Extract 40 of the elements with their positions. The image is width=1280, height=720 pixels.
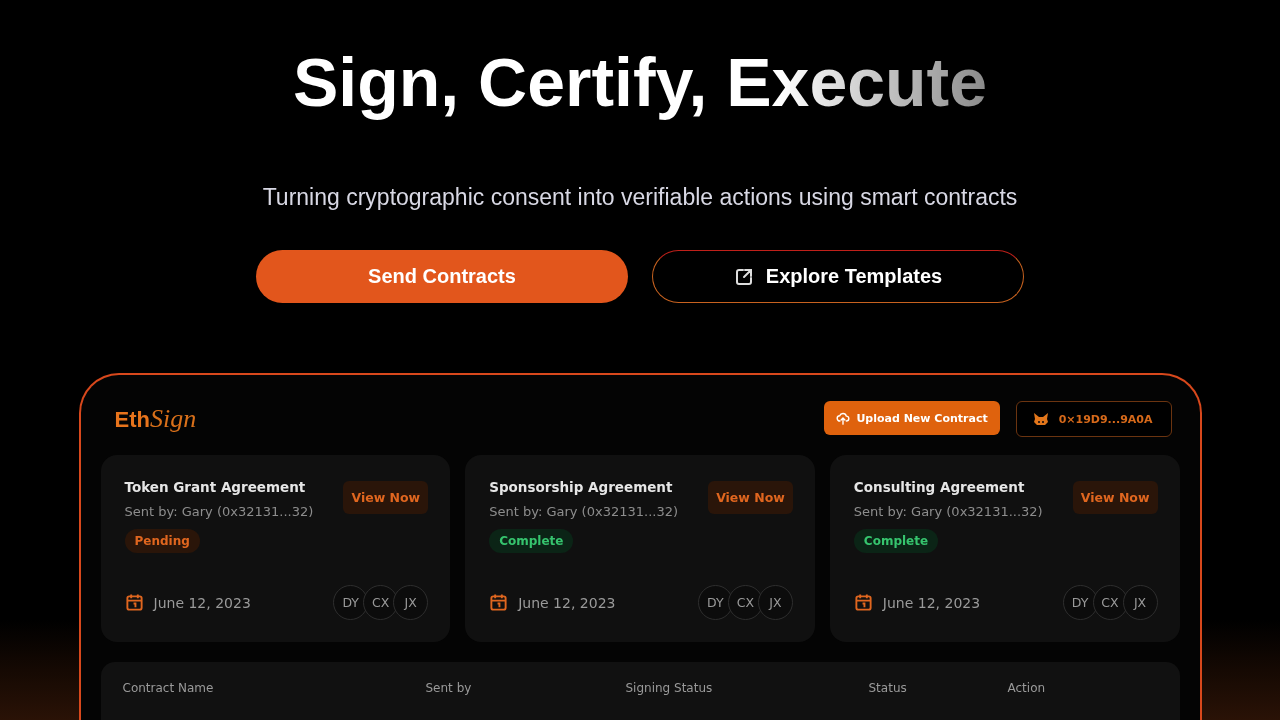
sender-text: Sent by: Gary (0x32131...32)	[489, 504, 678, 519]
status-badge: Pending	[124, 529, 200, 553]
wallet-button[interactable]: 0×19D9...9A0A	[1015, 401, 1172, 437]
date-text: June 12, 2023	[882, 594, 981, 611]
logo-script-text: Sign	[149, 404, 197, 434]
cloud-upload-icon	[836, 411, 851, 425]
column-header: Action	[1007, 681, 1046, 695]
status-badge: Complete	[853, 529, 939, 553]
signer-avatar: CX	[727, 585, 763, 620]
column-header: Signing Status	[625, 681, 714, 695]
external-link-icon	[733, 266, 754, 287]
signer-avatar: DY	[1062, 585, 1098, 620]
column-header: Sent by	[425, 681, 473, 695]
calendar-icon	[489, 593, 509, 612]
signer-avatar: JX	[393, 585, 429, 620]
sender-text: Sent by: Gary (0x32131...32)	[124, 504, 314, 519]
view-now-button[interactable]: View Now	[708, 481, 793, 514]
status-badge: Complete	[489, 529, 574, 553]
view-now-button[interactable]: View Now	[1072, 481, 1158, 514]
signer-avatar: JX	[1122, 585, 1158, 620]
logo-text: Eth	[114, 407, 150, 433]
hero-subtitle: Turning cryptographic consent into verifiable actions using smart contracts	[262, 183, 1018, 212]
calendar-icon	[853, 593, 873, 612]
contract-title: Sponsorship Agreement	[489, 479, 674, 495]
column-header: Contract Name	[122, 681, 215, 695]
fox-icon	[1032, 412, 1049, 426]
date-text: June 12, 2023	[518, 594, 616, 611]
signer-avatar: DY	[697, 585, 733, 620]
send-contracts-button[interactable]: Send Contracts	[256, 250, 628, 303]
calendar-icon	[124, 593, 144, 612]
explore-templates-button[interactable]: Explore Templates	[652, 250, 1024, 303]
date-text: June 12, 2023	[153, 594, 251, 611]
signer-avatar: JX	[757, 585, 793, 620]
upload-button[interactable]: Upload New Contract	[824, 401, 1000, 435]
contract-title: Token Grant Agreement	[124, 479, 307, 495]
contract-title: Consulting Agreement	[853, 479, 1026, 495]
sender-text: Sent by: Gary (0x32131...32)	[853, 504, 1043, 519]
signer-avatar: CX	[1092, 585, 1128, 620]
column-header: Status	[868, 681, 908, 695]
view-now-button[interactable]: View Now	[343, 481, 429, 514]
